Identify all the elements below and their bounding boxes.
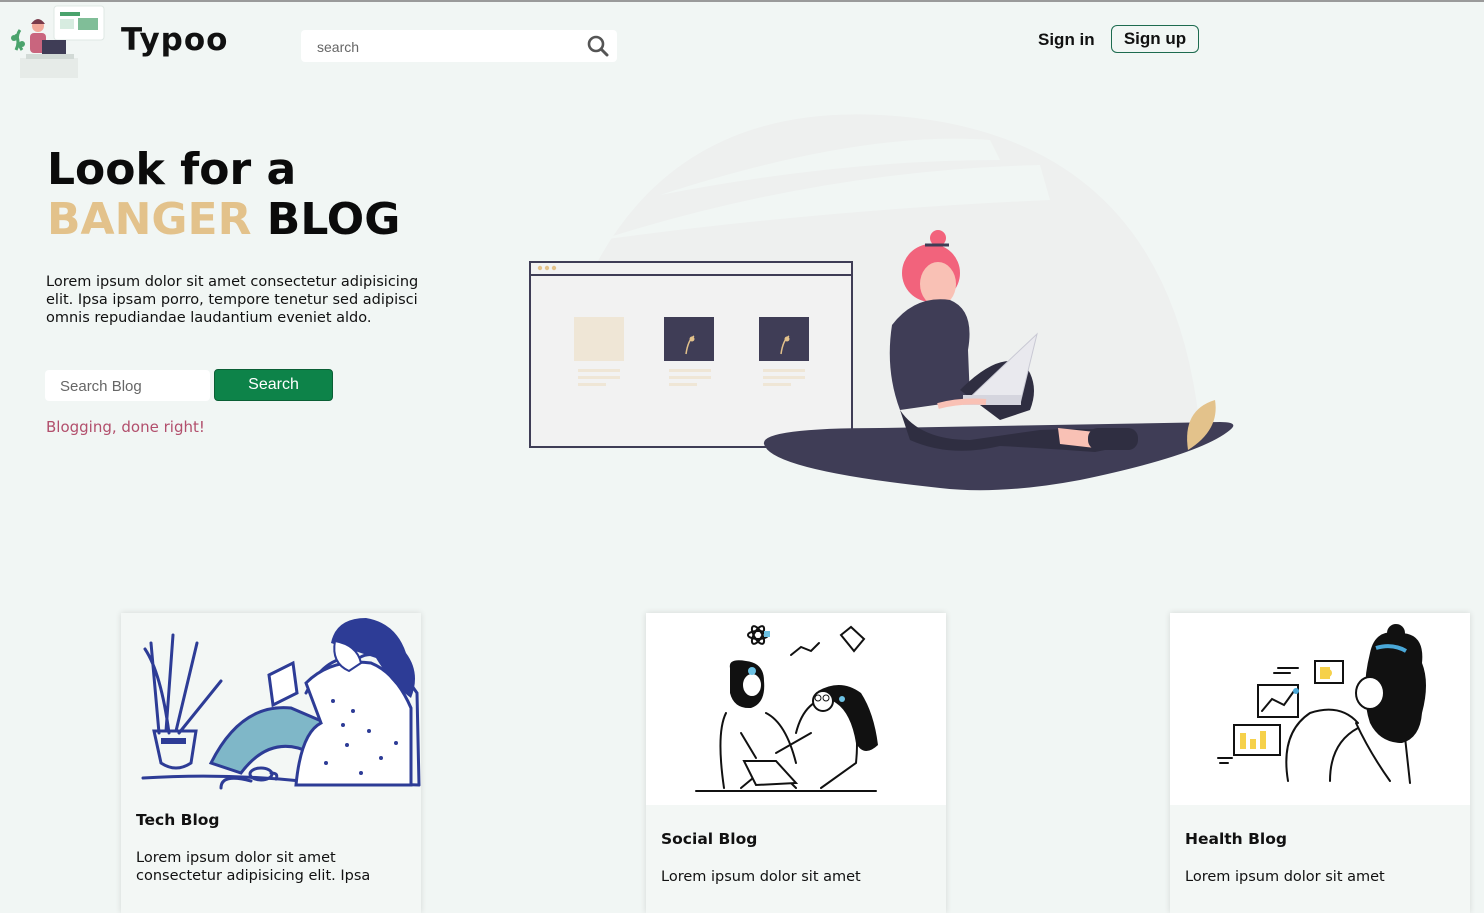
brand-name[interactable]: Typoo <box>121 22 228 58</box>
blog-search-input[interactable] <box>58 375 207 397</box>
hero-title-line1: Look for a <box>47 144 297 195</box>
social-blog-text: Lorem ipsum dolor sit amet <box>661 869 861 885</box>
sign-in-link[interactable]: Sign in <box>1038 30 1095 50</box>
health-blog-text: Lorem ipsum dolor sit amet <box>1185 869 1385 885</box>
sign-up-button[interactable]: Sign up <box>1111 25 1199 53</box>
tech-blog-title[interactable]: Tech Blog <box>136 811 220 829</box>
health-blog-card[interactable]: Health Blog Lorem ipsum dolor sit amet <box>1170 613 1470 913</box>
hero-description: Lorem ipsum dolor sit amet consectetur a… <box>46 274 419 326</box>
tech-blog-card[interactable]: Tech Blog Lorem ipsum dolor sit amet con… <box>121 613 421 913</box>
hero-title-accent: BANGER <box>47 194 252 245</box>
nav-search-input[interactable] <box>315 36 579 58</box>
hero-title: Look for a BANGER BLOG <box>47 145 400 245</box>
window-top-border <box>0 0 1484 2</box>
tagline: Blogging, done right! <box>46 418 205 436</box>
health-blog-title[interactable]: Health Blog <box>1185 830 1287 848</box>
hero-illustration <box>520 110 1250 500</box>
social-illustration <box>646 613 946 805</box>
blog-search-box <box>45 370 210 401</box>
social-blog-title[interactable]: Social Blog <box>661 830 757 848</box>
social-blog-card[interactable]: Social Blog Lorem ipsum dolor sit amet <box>646 613 946 913</box>
hero-title-line2: BANGER BLOG <box>47 195 400 245</box>
hero-title-rest: BLOG <box>266 194 401 245</box>
logo-illustration[interactable] <box>8 4 108 80</box>
nav-search-box <box>301 30 617 62</box>
search-button[interactable]: Search <box>214 369 333 401</box>
tech-illustration <box>121 613 421 805</box>
health-illustration <box>1170 613 1470 805</box>
search-icon[interactable] <box>587 35 609 57</box>
tech-blog-text: Lorem ipsum dolor sit amet consectetur a… <box>136 850 371 884</box>
